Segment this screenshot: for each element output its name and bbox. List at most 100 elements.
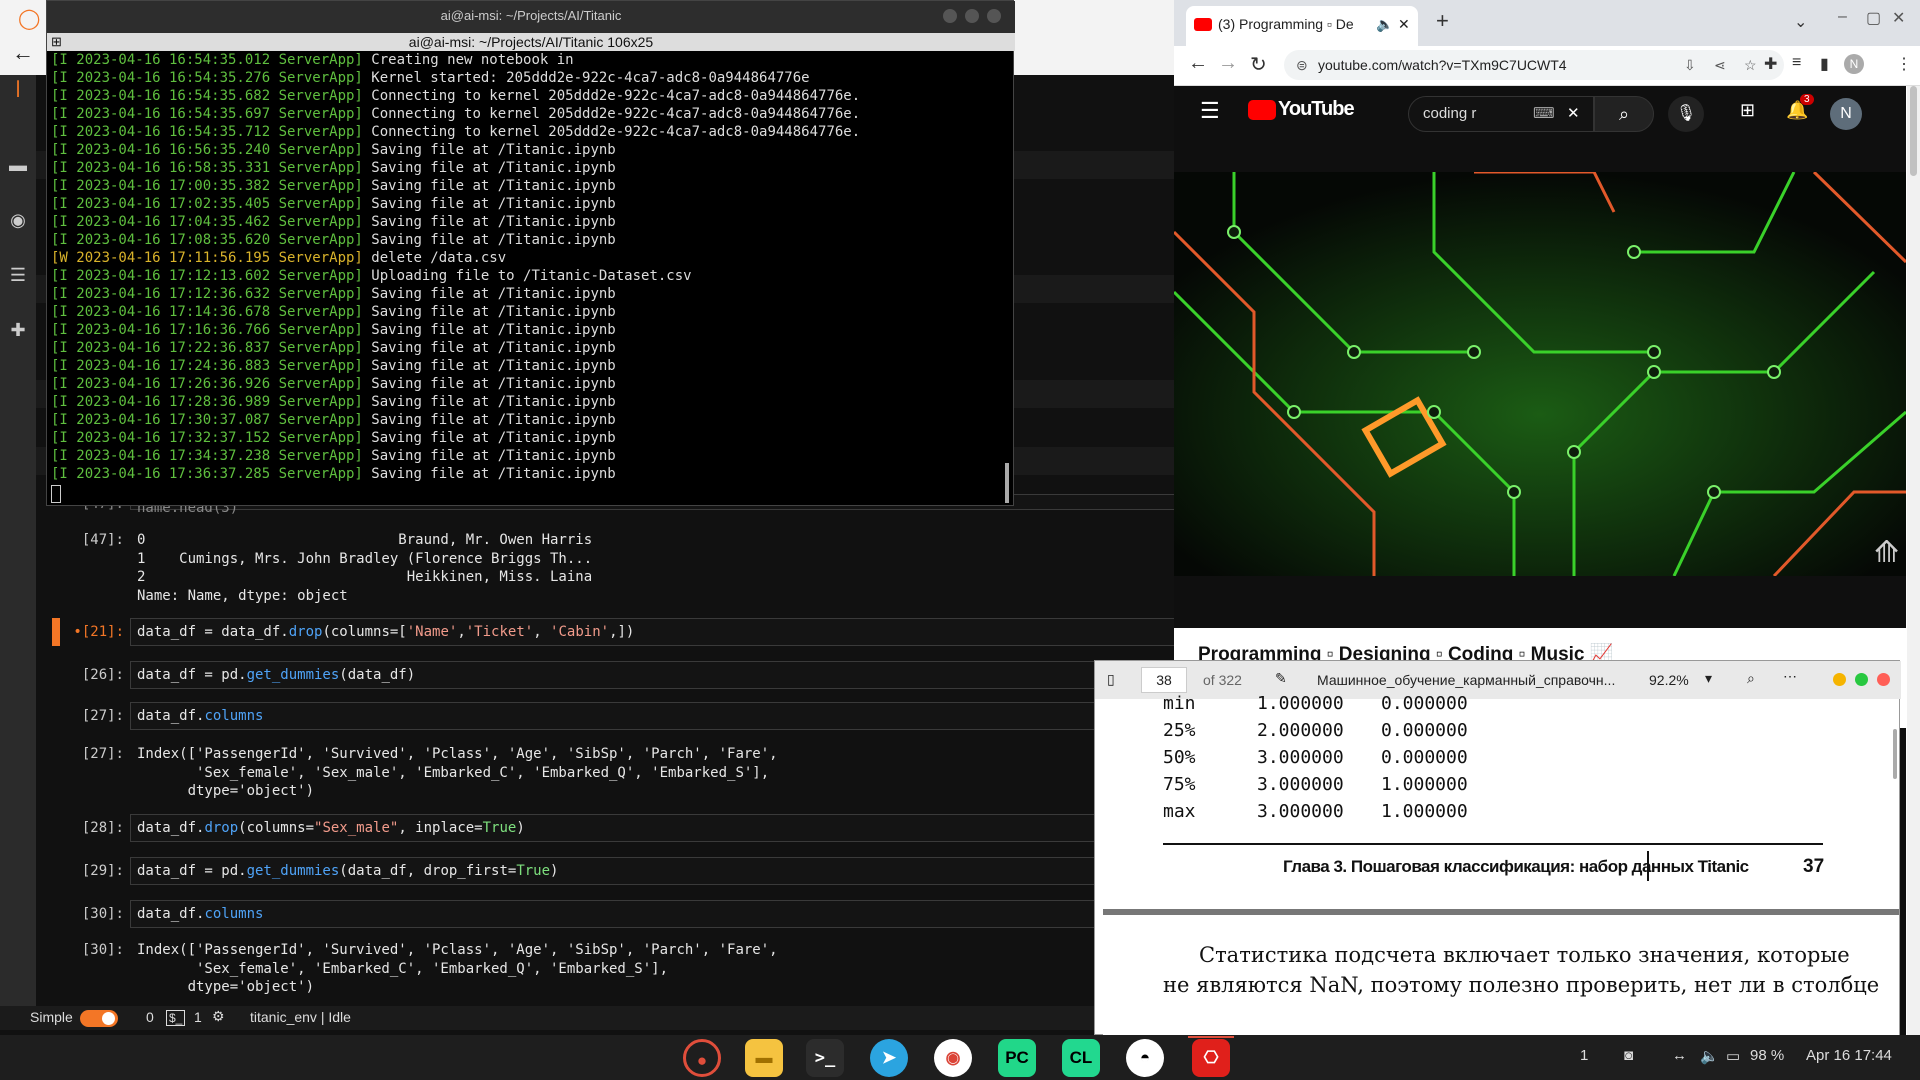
app-launcher-icon[interactable]: ● bbox=[683, 1039, 721, 1077]
pdf-reader-icon[interactable]: ⎔ bbox=[1192, 1039, 1230, 1077]
jupyter-small-logo-icon: ꟾ bbox=[15, 81, 21, 101]
code-cell-input[interactable]: data_df = pd.get_dummies(data_df, drop_f… bbox=[130, 857, 1180, 885]
minimize-button[interactable] bbox=[943, 9, 957, 23]
site-info-icon[interactable]: ⊜ bbox=[1296, 50, 1308, 80]
github-desktop-icon[interactable]: ◓ bbox=[1126, 1039, 1164, 1077]
running-kernels-icon[interactable]: ◉ bbox=[8, 210, 28, 230]
code-cell-input[interactable]: data_df = pd.get_dummies(data_df) bbox=[130, 661, 1180, 689]
cell-prompt: [30]: bbox=[81, 942, 124, 958]
close-button[interactable] bbox=[1877, 673, 1890, 686]
install-app-icon[interactable]: ⇩ bbox=[1684, 50, 1696, 80]
youtube-logo-text[interactable]: YouTube bbox=[1278, 98, 1355, 121]
zoom-select[interactable]: 92.2% bbox=[1649, 672, 1689, 688]
menu-hamburger-icon[interactable]: ☰ bbox=[1200, 98, 1220, 124]
tab-close-icon[interactable]: ✕ bbox=[1398, 6, 1410, 42]
profile-avatar[interactable]: N bbox=[1844, 54, 1864, 74]
search-button[interactable]: ⌕ bbox=[1594, 96, 1654, 132]
minimize-button[interactable]: – bbox=[1838, 8, 1847, 26]
back-arrow-icon[interactable]: ← bbox=[1188, 52, 1208, 75]
terminal-log-line: [I 2023-04-16 16:54:35.712 ServerApp] Co… bbox=[51, 124, 860, 140]
extensions-puzzle-icon[interactable]: ✚ bbox=[1764, 54, 1777, 74]
address-bar[interactable]: ⊜ youtube.com/watch?v=TXm9C7UCWT4 ⇩ ⋖ ☆ bbox=[1284, 50, 1784, 80]
bookmark-star-icon[interactable]: ☆ bbox=[1744, 50, 1757, 80]
body-text-line: Статистика подсчета включает только знач… bbox=[1199, 943, 1850, 967]
pdf-page-37: min 1.000000 0.000000 25% 2.000000 0.000000 50… bbox=[1103, 693, 1899, 915]
stats-cell: 1.000000 bbox=[1381, 801, 1468, 822]
telegram-icon[interactable]: ➤ bbox=[870, 1039, 908, 1077]
log-prefix: [I 2023-04-16 16:58:35.331 ServerApp] bbox=[51, 160, 363, 176]
simple-mode-toggle[interactable] bbox=[80, 1010, 118, 1027]
search-input[interactable]: coding r ⌨ ✕ bbox=[1408, 96, 1594, 132]
audio-playing-icon[interactable]: 🔈 bbox=[1376, 6, 1393, 42]
tab-youtube[interactable]: (3) Programming ▫ De 🔈 ✕ bbox=[1186, 6, 1418, 46]
taskbar: ● ▬ >_ ➤ ◉ PC CL ◓ ⎔ 1 ◙ ↔ 🔈 ▭ 98 % Apr … bbox=[0, 1035, 1920, 1080]
more-options-icon[interactable]: ⋯ bbox=[1783, 668, 1797, 685]
more-options-icon[interactable]: ⋮ bbox=[1896, 54, 1912, 74]
pdf-scrollbar[interactable] bbox=[1891, 699, 1899, 819]
log-message: Saving file at /Titanic.ipynb bbox=[362, 322, 616, 338]
simple-mode-label: Simple bbox=[30, 1009, 73, 1025]
network-arrows-icon[interactable]: ↔ bbox=[1672, 1047, 1687, 1064]
side-panel-icon[interactable]: ▮ bbox=[1820, 54, 1829, 74]
close-button[interactable]: ✕ bbox=[1892, 8, 1905, 28]
workspace-indicator[interactable]: 1 bbox=[1580, 1047, 1588, 1064]
annotate-pen-icon[interactable]: ✎ bbox=[1275, 670, 1287, 687]
kernel-status[interactable]: titanic_env | Idle bbox=[250, 1009, 351, 1025]
clear-search-icon[interactable]: ✕ bbox=[1567, 97, 1580, 131]
log-message: Saving file at /Titanic.ipynb bbox=[362, 232, 616, 248]
code-cell-input[interactable]: data_df.drop(columns="Sex_male", inplace… bbox=[130, 814, 1180, 842]
page-scrollbar[interactable] bbox=[1907, 86, 1920, 1041]
create-video-icon[interactable]: ⊞ bbox=[1740, 100, 1755, 121]
media-controls-icon[interactable]: ≡ bbox=[1792, 54, 1801, 72]
new-tab-button[interactable]: + bbox=[1436, 8, 1449, 34]
log-prefix: [I 2023-04-16 17:34:37.238 ServerApp] bbox=[51, 448, 363, 464]
code-text: data_df.columns bbox=[137, 906, 264, 922]
code-cell-input[interactable]: data_df = data_df.drop(columns=['Name','… bbox=[130, 618, 1180, 646]
keyboard-icon[interactable]: ⌨ bbox=[1533, 97, 1555, 131]
code-text: data_df = pd.get_dummies(data_df, drop_f… bbox=[137, 863, 559, 879]
maximize-button[interactable] bbox=[1855, 673, 1868, 686]
forward-arrow-icon[interactable]: → bbox=[1218, 52, 1238, 75]
search-icon[interactable]: ⌕ bbox=[1747, 670, 1755, 687]
code-cell-input[interactable]: data_df.columns bbox=[130, 900, 1180, 928]
folder-icon[interactable]: ▬ bbox=[8, 155, 28, 175]
tab-search-chevron-down-icon[interactable]: ⌄ bbox=[1794, 12, 1807, 32]
back-arrow-icon[interactable]: ← bbox=[12, 40, 34, 66]
sidebar-toggle-icon[interactable]: ▯ bbox=[1107, 671, 1115, 688]
youtube-logo-icon[interactable] bbox=[1248, 100, 1276, 120]
files-folder-icon[interactable]: ▬ bbox=[745, 1039, 783, 1077]
cell-prompt: [28]: bbox=[81, 820, 124, 836]
code-text: data_df = data_df.drop(columns=['Name','… bbox=[137, 624, 635, 640]
log-prefix: [I 2023-04-16 17:00:35.382 ServerApp] bbox=[51, 178, 363, 194]
log-message: Creating new notebook in bbox=[362, 52, 574, 68]
table-of-contents-icon[interactable]: ☰ bbox=[8, 265, 28, 285]
page-number-input[interactable]: 38 bbox=[1141, 667, 1187, 693]
terminal-log-line: [I 2023-04-16 17:00:35.382 ServerApp] Sa… bbox=[51, 178, 616, 194]
close-button[interactable] bbox=[987, 9, 1001, 23]
log-prefix: [I 2023-04-16 17:04:35.462 ServerApp] bbox=[51, 214, 363, 230]
chrome-app-icon[interactable]: ◉ bbox=[934, 1039, 972, 1077]
extensions-icon[interactable]: ✚ bbox=[8, 320, 28, 340]
minimize-button[interactable] bbox=[1833, 673, 1846, 686]
log-prefix: [I 2023-04-16 17:22:36.837 ServerApp] bbox=[51, 340, 363, 356]
share-icon[interactable]: ⋖ bbox=[1714, 50, 1726, 80]
terminal-window[interactable]: ai@ai-msi: ~/Projects/AI/Titanic ⊞ ai@ai… bbox=[46, 0, 1015, 506]
voice-search-icon[interactable]: 🎙 bbox=[1668, 96, 1704, 132]
clock[interactable]: Apr 16 17:44 bbox=[1806, 1047, 1892, 1064]
maximize-button[interactable] bbox=[965, 9, 979, 23]
video-player[interactable]: ⟰ bbox=[1174, 172, 1906, 576]
zoom-chevron-down-icon[interactable]: ▾ bbox=[1705, 670, 1712, 687]
reload-icon[interactable]: ↻ bbox=[1250, 52, 1267, 77]
log-prefix: [I 2023-04-16 17:14:36.678 ServerApp] bbox=[51, 304, 363, 320]
new-tab-icon[interactable]: ⊞ bbox=[51, 33, 62, 51]
code-cell-input[interactable]: data_df.columns bbox=[130, 702, 1180, 730]
terminal-scrollbar[interactable] bbox=[1005, 463, 1009, 503]
terminal-app-icon[interactable]: >_ bbox=[806, 1039, 844, 1077]
battery-icon[interactable]: ▭ bbox=[1726, 1047, 1740, 1065]
app-tray-icon[interactable]: ◙ bbox=[1624, 1047, 1633, 1064]
volume-icon[interactable]: 🔈 bbox=[1700, 1047, 1719, 1065]
account-avatar[interactable]: N bbox=[1830, 98, 1862, 130]
maximize-button[interactable]: ▢ bbox=[1866, 8, 1881, 28]
clion-icon[interactable]: CL bbox=[1062, 1039, 1100, 1077]
pycharm-icon[interactable]: PC bbox=[998, 1039, 1036, 1077]
